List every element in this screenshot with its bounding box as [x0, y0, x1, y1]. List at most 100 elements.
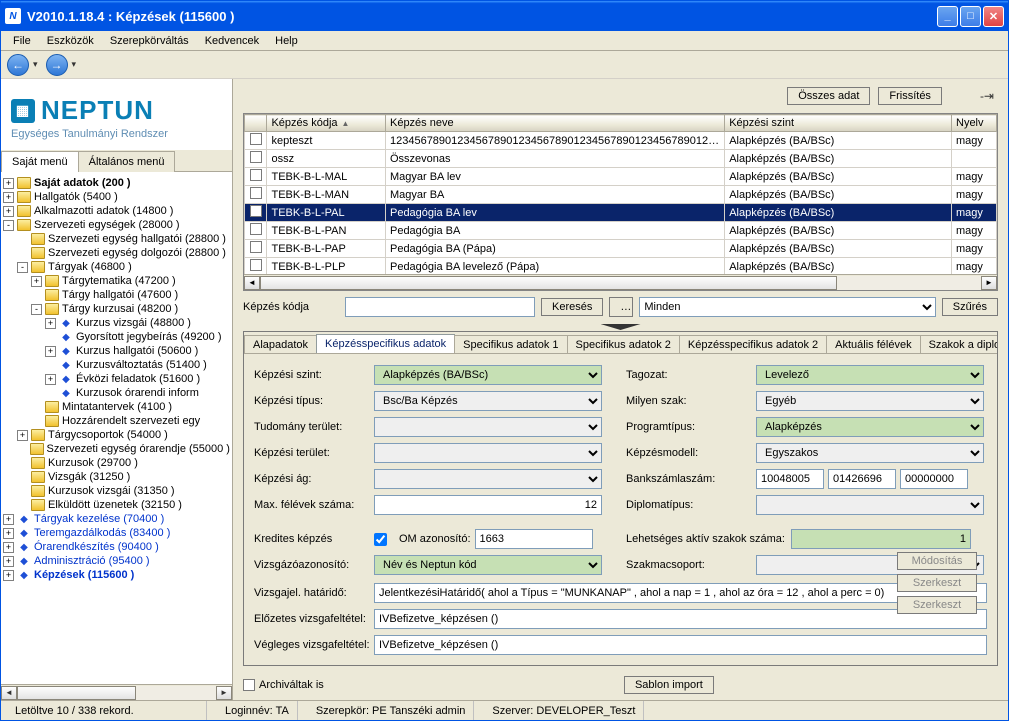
tree-item[interactable]: ◆Kurzusváltoztatás (51400 ): [3, 358, 230, 372]
expand-icon[interactable]: +: [3, 570, 14, 581]
sel-kepzesi-tipus[interactable]: Bsc/Ba Képzés: [374, 391, 602, 411]
tree-item[interactable]: +Saját adatok (200 ): [3, 176, 230, 190]
row-checkbox[interactable]: [250, 187, 262, 199]
all-data-button[interactable]: Összes adat: [787, 87, 870, 105]
sel-diplomatipus[interactable]: [756, 495, 984, 515]
refresh-button[interactable]: Frissítés: [878, 87, 942, 105]
tree-item[interactable]: +Tárgytematika (47200 ): [3, 274, 230, 288]
expand-icon[interactable]: +: [45, 318, 56, 329]
table-row[interactable]: TEBK-B-L-PAPPedagógia BA (Pápa)Alapképzé…: [245, 240, 997, 258]
tree-item[interactable]: +Alkalmazotti adatok (14800 ): [3, 204, 230, 218]
tree-item[interactable]: Kurzusok vizsgái (31350 ): [3, 484, 230, 498]
filter-select[interactable]: Minden: [639, 297, 935, 317]
tab-alapadatok[interactable]: Alapadatok: [244, 335, 317, 354]
edit-button-1[interactable]: Szerkeszt: [897, 574, 977, 592]
tree-item[interactable]: Kurzusok (29700 ): [3, 456, 230, 470]
chk-kredites[interactable]: [374, 533, 387, 546]
tab-aktualis[interactable]: Aktuális félévek: [826, 335, 920, 354]
expand-icon[interactable]: +: [31, 276, 42, 287]
expand-icon[interactable]: +: [3, 514, 14, 525]
col-level[interactable]: Képzési szint: [725, 115, 952, 132]
table-row[interactable]: kepteszt12345678901234567890123456789012…: [245, 132, 997, 150]
row-checkbox[interactable]: [250, 151, 262, 163]
expand-icon[interactable]: +: [17, 430, 28, 441]
expand-icon[interactable]: +: [3, 192, 14, 203]
tab-kepzesspecifikus[interactable]: Képzésspecifikus adatok: [316, 334, 455, 354]
col-lang[interactable]: Nyelv: [952, 115, 997, 132]
tree-item[interactable]: Szervezeti egység órarendje (55000 ): [3, 442, 230, 456]
row-checkbox[interactable]: [250, 133, 262, 145]
tree-item[interactable]: -Szervezeti egységek (28000 ): [3, 218, 230, 232]
tab-kepzesspec2[interactable]: Képzésspecifikus adatok 2: [679, 335, 827, 354]
menu-tools[interactable]: Eszközök: [39, 33, 102, 49]
row-checkbox[interactable]: [250, 259, 262, 271]
tree-item[interactable]: Mintatantervek (4100 ): [3, 400, 230, 414]
tree-item[interactable]: +◆Kurzus hallgatói (50600 ): [3, 344, 230, 358]
tree-item[interactable]: Vizsgák (31250 ): [3, 470, 230, 484]
back-dropdown-icon[interactable]: ▾: [33, 59, 38, 70]
table-row[interactable]: TEBK-B-L-MANMagyar BAAlapképzés (BA/BSc)…: [245, 186, 997, 204]
row-checkbox[interactable]: [250, 169, 262, 181]
expand-icon[interactable]: +: [45, 374, 56, 385]
inp-aktiv-szakok[interactable]: [791, 529, 971, 549]
menu-role[interactable]: Szerepkörváltás: [102, 33, 197, 49]
tab-general-menu[interactable]: Általános menü: [78, 151, 176, 172]
sel-tudomany[interactable]: [374, 417, 602, 437]
back-button[interactable]: ←: [7, 54, 29, 76]
inp-elozetes[interactable]: [374, 609, 987, 629]
tree-item[interactable]: Szervezeti egység hallgatói (28800 ): [3, 232, 230, 246]
sel-milyen-szak[interactable]: Egyéb: [756, 391, 984, 411]
inp-om[interactable]: [475, 529, 593, 549]
collapse-icon[interactable]: -: [17, 262, 28, 273]
tree-item[interactable]: ◆Gyorsított jegybeírás (49200 ): [3, 330, 230, 344]
inp-vizsgajel[interactable]: [374, 583, 987, 603]
modify-button[interactable]: Módosítás: [897, 552, 977, 570]
tree-item[interactable]: -Tárgy kurzusai (48200 ): [3, 302, 230, 316]
tree-h-scrollbar[interactable]: ◄►: [1, 684, 232, 700]
tab-spec1[interactable]: Specifikus adatok 1: [454, 335, 567, 354]
tree-item[interactable]: +◆Teremgazdálkodás (83400 ): [3, 526, 230, 540]
inp-bank-2[interactable]: [828, 469, 896, 489]
tree-item[interactable]: Hozzárendelt szervezeti egy: [3, 414, 230, 428]
tree-item[interactable]: Tárgy hallgatói (47600 ): [3, 288, 230, 302]
tab-spec2[interactable]: Specifikus adatok 2: [567, 335, 680, 354]
sel-kepzesmodell[interactable]: Egyszakos: [756, 443, 984, 463]
collapse-icon[interactable]: -: [3, 220, 14, 231]
tree-item[interactable]: +◆Tárgyak kezelése (70400 ): [3, 512, 230, 526]
tree-item[interactable]: +◆Kurzus vizsgái (48800 ): [3, 316, 230, 330]
expand-icon[interactable]: +: [3, 556, 14, 567]
menu-file[interactable]: File: [5, 33, 39, 49]
grid-h-scrollbar[interactable]: ◄►: [244, 274, 997, 290]
expand-icon[interactable]: +: [3, 528, 14, 539]
minimize-button[interactable]: _: [937, 6, 958, 27]
expand-icon[interactable]: +: [3, 542, 14, 553]
tree-item[interactable]: +◆Órarendkészítés (90400 ): [3, 540, 230, 554]
row-checkbox[interactable]: [250, 223, 262, 235]
expand-icon[interactable]: +: [3, 206, 14, 217]
tree-item[interactable]: Szervezeti egység dolgozói (28800 ): [3, 246, 230, 260]
menu-help[interactable]: Help: [267, 33, 306, 49]
forward-button[interactable]: →: [46, 54, 68, 76]
tree-item[interactable]: +Hallgatók (5400 ): [3, 190, 230, 204]
sel-kepzesi-ag[interactable]: [374, 469, 602, 489]
forward-dropdown-icon[interactable]: ▾: [72, 59, 77, 70]
search-more-button[interactable]: …: [609, 297, 633, 317]
nav-tree[interactable]: +Saját adatok (200 )+Hallgatók (5400 )+A…: [1, 172, 232, 684]
chk-archive[interactable]: [243, 679, 255, 691]
expand-icon[interactable]: +: [3, 178, 14, 189]
table-row[interactable]: osszÖsszevonasAlapképzés (BA/BSc): [245, 150, 997, 168]
inp-bank-1[interactable]: [756, 469, 824, 489]
col-checkbox[interactable]: [245, 115, 267, 132]
table-row[interactable]: TEBK-B-L-MALMagyar BA levAlapképzés (BA/…: [245, 168, 997, 186]
tab-own-menu[interactable]: Saját menü: [1, 151, 79, 172]
tree-item[interactable]: -Tárgyak (46800 ): [3, 260, 230, 274]
sel-kepzesi-szint[interactable]: Alapképzés (BA/BSc): [374, 365, 602, 385]
inp-bank-3[interactable]: [900, 469, 968, 489]
search-input[interactable]: [345, 297, 535, 317]
filter-button[interactable]: Szűrés: [942, 298, 998, 316]
tree-item[interactable]: ◆Kurzusok órarendi inform: [3, 386, 230, 400]
sel-vizsga-azon[interactable]: Név és Neptun kód: [374, 555, 602, 575]
table-row[interactable]: TEBK-B-L-PALPedagógia BA levAlapképzés (…: [245, 204, 997, 222]
pin-icon[interactable]: -⇥: [980, 89, 994, 103]
tree-item[interactable]: Elküldött üzenetek (32150 ): [3, 498, 230, 512]
